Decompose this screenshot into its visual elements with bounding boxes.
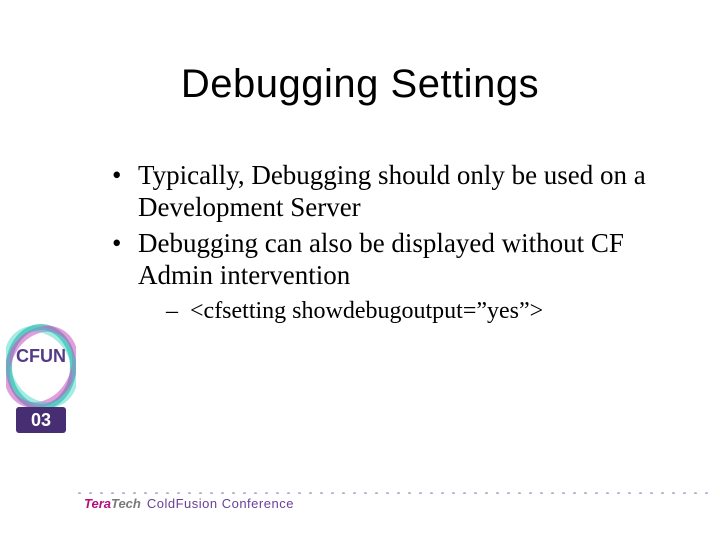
footer-brand-right: Tech	[111, 496, 141, 511]
footer: TeraTech ColdFusion Conference	[78, 484, 710, 512]
footer-brand-name: TeraTech	[84, 496, 141, 511]
footer-dots	[78, 484, 710, 494]
slide-title: Debugging Settings	[0, 62, 720, 107]
bullet-list: Typically, Debugging should only be used…	[110, 160, 660, 326]
sub-bullet-text: <cfsetting showdebugoutput=”yes”>	[190, 298, 543, 324]
bullet-text: Typically, Debugging should only be used…	[138, 160, 646, 222]
logo-bottom-text: 03	[31, 410, 51, 430]
conference-logo-icon: CFUN 03	[6, 312, 76, 442]
slide: Debugging Settings Typically, Debugging …	[0, 0, 720, 540]
list-item: Typically, Debugging should only be used…	[110, 160, 660, 224]
slide-body: Typically, Debugging should only be used…	[110, 160, 660, 330]
footer-brand-left: Tera	[84, 496, 111, 511]
footer-brand: TeraTech ColdFusion Conference	[84, 496, 294, 511]
footer-tagline: ColdFusion Conference	[147, 496, 294, 511]
list-item: <cfsetting showdebugoutput=”yes”>	[138, 297, 660, 326]
logo-top-text: CFUN	[16, 346, 66, 366]
bullet-text: Debugging can also be displayed without …	[138, 228, 624, 290]
sub-bullet-list: <cfsetting showdebugoutput=”yes”>	[138, 297, 660, 326]
list-item: Debugging can also be displayed without …	[110, 228, 660, 327]
